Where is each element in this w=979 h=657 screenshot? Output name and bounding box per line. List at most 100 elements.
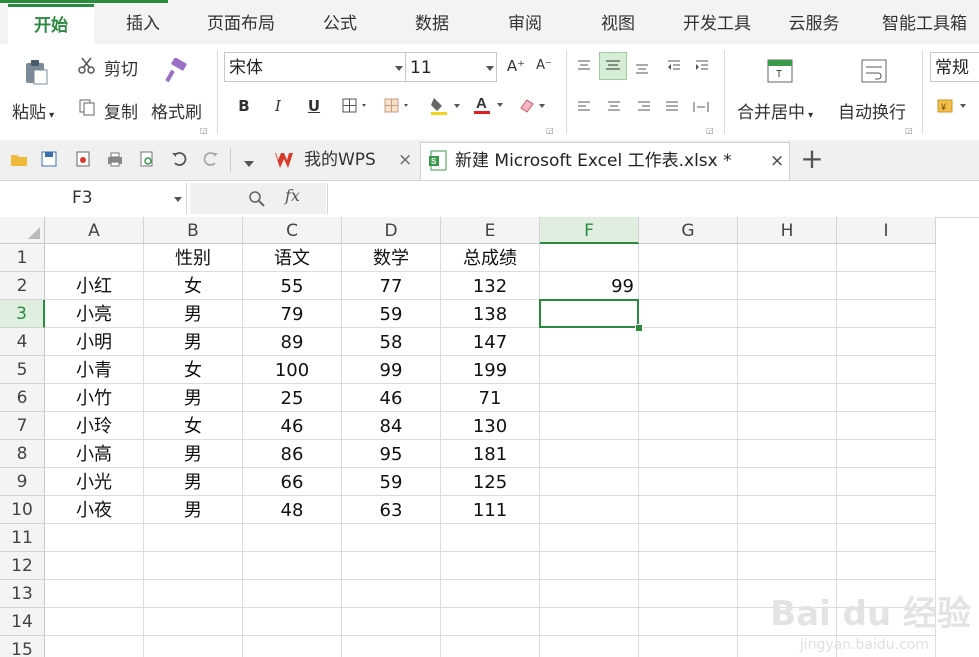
cell-d3[interactable]: 59: [342, 300, 441, 328]
justify-icon[interactable]: [664, 99, 680, 118]
cell-c14[interactable]: [243, 608, 342, 636]
cell-d14[interactable]: [342, 608, 441, 636]
cell-d2[interactable]: 77: [342, 272, 441, 300]
tab-cloud[interactable]: 云服务: [778, 4, 850, 44]
number-format-select[interactable]: 常规: [930, 52, 979, 82]
cell-h1[interactable]: [738, 244, 837, 272]
currency-format-icon[interactable]: ¥: [936, 96, 976, 120]
cell-e15[interactable]: [441, 636, 540, 657]
cell-h12[interactable]: [738, 552, 837, 580]
cell-g7[interactable]: [639, 412, 738, 440]
cell-b10[interactable]: 男: [144, 496, 243, 524]
format-painter-icon[interactable]: [164, 57, 190, 88]
row-header-8[interactable]: 8: [0, 440, 45, 468]
cell-d9[interactable]: 59: [342, 468, 441, 496]
tab-home[interactable]: 开始: [8, 4, 94, 44]
fill-color-icon[interactable]: [430, 96, 462, 120]
cell-f5[interactable]: [540, 356, 639, 384]
cell-i5[interactable]: [837, 356, 936, 384]
cell-b9[interactable]: 男: [144, 468, 243, 496]
cell-h4[interactable]: [738, 328, 837, 356]
cell-c6[interactable]: 25: [243, 384, 342, 412]
cell-g9[interactable]: [639, 468, 738, 496]
cell-d11[interactable]: [342, 524, 441, 552]
new-tab-button[interactable]: +: [800, 142, 824, 178]
cell-e8[interactable]: 181: [441, 440, 540, 468]
insert-function-button[interactable]: fx: [285, 186, 300, 205]
align-left-icon[interactable]: [576, 99, 592, 118]
cell-f3[interactable]: [540, 300, 639, 328]
tab-page-layout[interactable]: 页面布局: [195, 4, 287, 44]
cell-g8[interactable]: [639, 440, 738, 468]
cell-g13[interactable]: [639, 580, 738, 608]
italic-button[interactable]: I: [266, 94, 290, 118]
cell-b5[interactable]: 女: [144, 356, 243, 384]
row-header-12[interactable]: 12: [0, 552, 45, 580]
cell-b2[interactable]: 女: [144, 272, 243, 300]
cell-g14[interactable]: [639, 608, 738, 636]
cell-f2[interactable]: 99: [540, 272, 639, 300]
select-all-corner[interactable]: [0, 217, 45, 244]
cell-i7[interactable]: [837, 412, 936, 440]
cell-i10[interactable]: [837, 496, 936, 524]
cell-a7[interactable]: 小玲: [45, 412, 144, 440]
row-header-10[interactable]: 10: [0, 496, 45, 524]
cut-button[interactable]: 剪切: [104, 55, 138, 80]
tab-insert[interactable]: 插入: [108, 4, 178, 44]
align-middle-button[interactable]: [599, 52, 627, 80]
cell-a14[interactable]: [45, 608, 144, 636]
tab-review[interactable]: 审阅: [490, 4, 560, 44]
cell-e1[interactable]: 总成绩: [441, 244, 540, 272]
column-header-c[interactable]: C: [243, 217, 342, 244]
column-header-f[interactable]: F: [540, 217, 639, 244]
cell-e2[interactable]: 132: [441, 272, 540, 300]
cell-i1[interactable]: [837, 244, 936, 272]
cell-a5[interactable]: 小青: [45, 356, 144, 384]
cell-c4[interactable]: 89: [243, 328, 342, 356]
cell-i3[interactable]: [837, 300, 936, 328]
cell-c12[interactable]: [243, 552, 342, 580]
formula-input[interactable]: [327, 183, 979, 214]
cell-c9[interactable]: 66: [243, 468, 342, 496]
column-header-h[interactable]: H: [738, 217, 837, 244]
cell-c2[interactable]: 55: [243, 272, 342, 300]
clear-format-icon[interactable]: [517, 96, 549, 120]
cell-f1[interactable]: [540, 244, 639, 272]
cell-c13[interactable]: [243, 580, 342, 608]
borders-icon[interactable]: [342, 98, 370, 118]
cell-b7[interactable]: 女: [144, 412, 243, 440]
cell-h3[interactable]: [738, 300, 837, 328]
row-header-1[interactable]: 1: [0, 244, 45, 272]
cell-h11[interactable]: [738, 524, 837, 552]
cell-c8[interactable]: 86: [243, 440, 342, 468]
row-header-14[interactable]: 14: [0, 608, 45, 636]
cell-h2[interactable]: [738, 272, 837, 300]
wrap-launcher-icon[interactable]: ◲: [905, 126, 913, 135]
cell-a4[interactable]: 小明: [45, 328, 144, 356]
cell-f14[interactable]: [540, 608, 639, 636]
tab-my-wps[interactable]: 我的WPS ×: [266, 142, 416, 178]
merge-center-button[interactable]: 合并居中 ▾: [737, 98, 813, 123]
cell-e4[interactable]: 147: [441, 328, 540, 356]
cell-h5[interactable]: [738, 356, 837, 384]
tab-view[interactable]: 视图: [583, 4, 653, 44]
cell-d5[interactable]: 99: [342, 356, 441, 384]
row-header-13[interactable]: 13: [0, 580, 45, 608]
clipboard-launcher-icon[interactable]: ◲: [200, 126, 208, 135]
cell-c1[interactable]: 语文: [243, 244, 342, 272]
cell-f12[interactable]: [540, 552, 639, 580]
cell-e5[interactable]: 199: [441, 356, 540, 384]
decrease-indent-icon[interactable]: [666, 58, 682, 77]
cell-a3[interactable]: 小亮: [45, 300, 144, 328]
align-center-icon[interactable]: [606, 99, 622, 118]
cell-e14[interactable]: [441, 608, 540, 636]
customize-toolbar-icon[interactable]: [243, 154, 261, 172]
cell-e3[interactable]: 138: [441, 300, 540, 328]
cell-c3[interactable]: 79: [243, 300, 342, 328]
cell-g10[interactable]: [639, 496, 738, 524]
cell-e9[interactable]: 125: [441, 468, 540, 496]
cell-f11[interactable]: [540, 524, 639, 552]
cell-i4[interactable]: [837, 328, 936, 356]
row-header-5[interactable]: 5: [0, 356, 45, 384]
bold-button[interactable]: B: [232, 94, 256, 118]
